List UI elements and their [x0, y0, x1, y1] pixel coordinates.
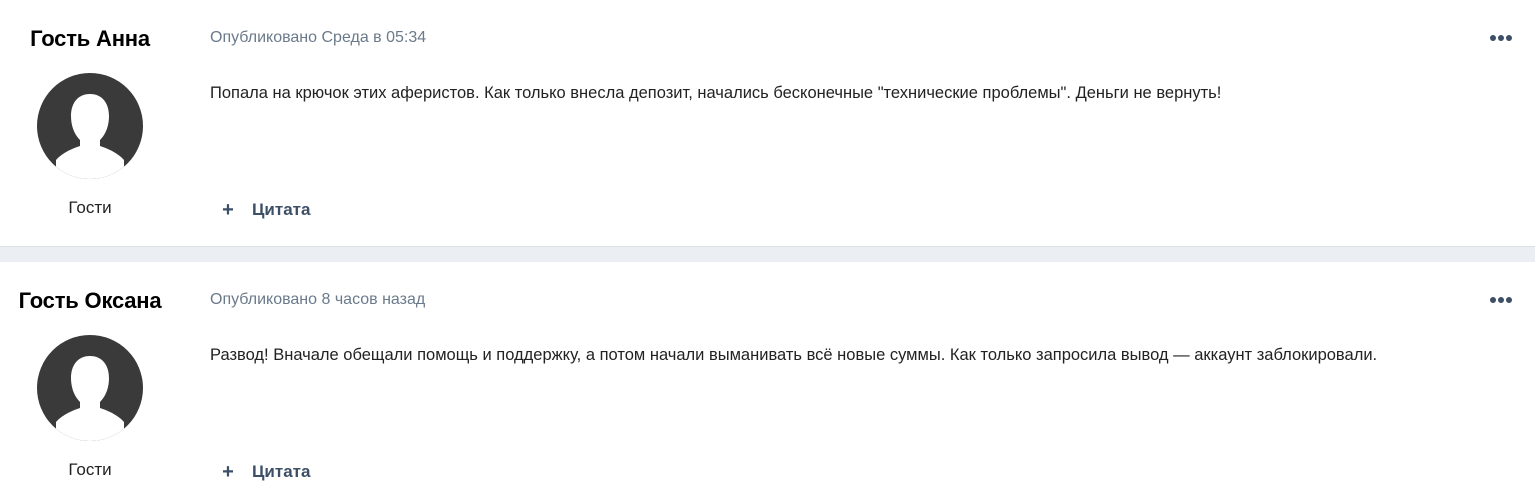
post-date[interactable]: Опубликовано Среда в 05:34	[210, 29, 426, 47]
post-content: Развод! Вначале обещали помощь и поддерж…	[210, 346, 1378, 364]
post-content: Попала на крючок этих аферистов. Как тол…	[210, 84, 1222, 102]
avatar[interactable]	[36, 72, 144, 180]
post: Гость Анна Гости Опубликовано Среда в 05…	[0, 0, 1535, 247]
plus-icon: +	[222, 199, 234, 221]
plus-icon: +	[222, 461, 234, 483]
avatar[interactable]	[36, 334, 144, 442]
author-name[interactable]: Гость Оксана	[0, 288, 180, 314]
post-options-button[interactable]	[1488, 28, 1514, 48]
author-name[interactable]: Гость Анна	[0, 26, 180, 52]
quote-label: Цитата	[252, 200, 311, 219]
post-date[interactable]: Опубликовано 8 часов назад	[210, 291, 425, 309]
user-group-label: Гости	[68, 198, 112, 217]
post-options-button[interactable]	[1488, 290, 1514, 310]
default-avatar-icon	[37, 335, 143, 441]
quote-button[interactable]: + Цитата	[218, 198, 310, 222]
default-avatar-icon	[37, 73, 143, 179]
quote-button[interactable]: + Цитата	[218, 460, 310, 484]
more-options-icon	[1490, 35, 1512, 41]
user-group-label: Гости	[68, 460, 112, 479]
quote-label: Цитата	[252, 462, 311, 481]
more-options-icon	[1490, 297, 1512, 303]
post: Гость Оксана Гости Опубликовано 8 часов …	[0, 262, 1535, 496]
